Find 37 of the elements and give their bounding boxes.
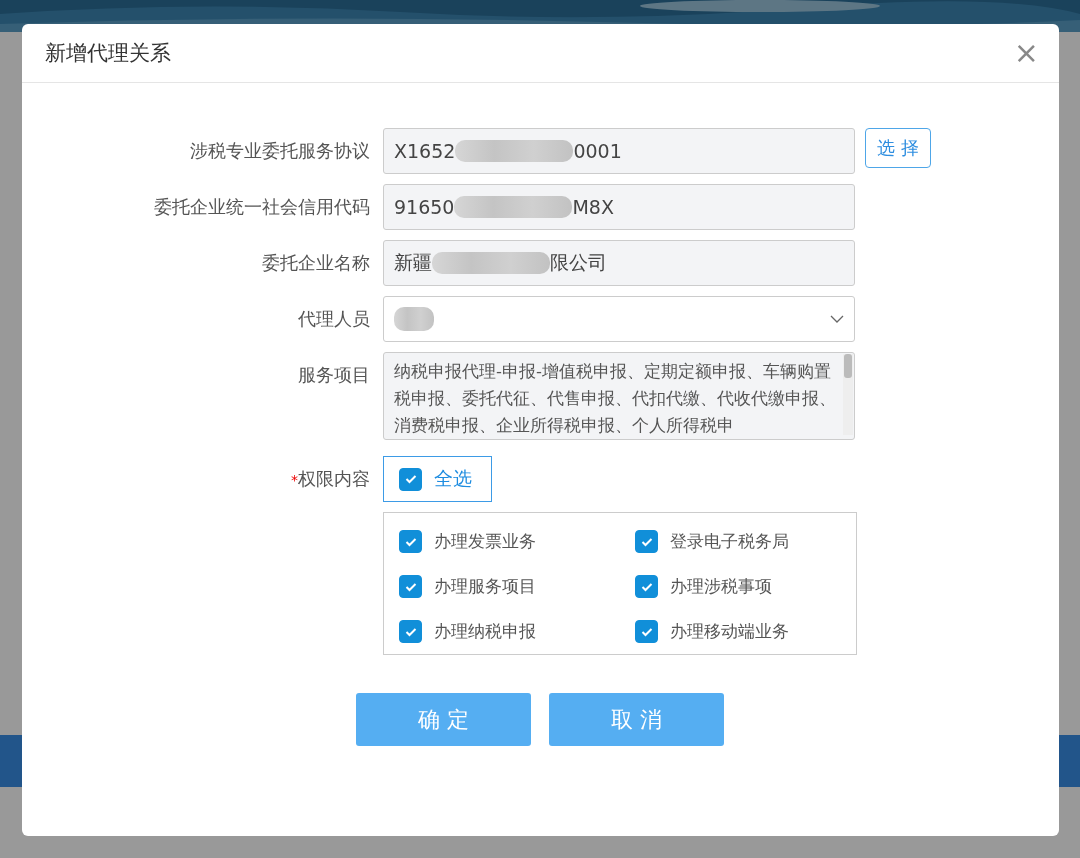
scrollbar[interactable]	[843, 354, 853, 435]
field-value: X1652	[394, 140, 456, 162]
check-icon	[404, 474, 417, 484]
field-value: M8X	[572, 196, 614, 218]
field-label: *权限内容	[290, 467, 371, 491]
input-field[interactable]: 91650 M8X	[383, 184, 855, 230]
field-value: 新疆	[394, 250, 432, 275]
field-label: 委托企业统一社会信用代码	[153, 195, 371, 219]
permission-checkbox[interactable]: 登录电子税务局	[635, 529, 835, 554]
permission-checkbox[interactable]: 办理移动端业务	[635, 619, 835, 644]
select-button[interactable]: 选 择	[865, 128, 931, 168]
field-label: 服务项目	[297, 363, 371, 387]
field-label: 代理人员	[297, 307, 371, 331]
check-icon	[404, 536, 417, 547]
field-value: 91650	[394, 196, 455, 218]
text-area[interactable]: 纳税申报代理-申报-增值税申报、定期定额申报、车辆购置税申报、委托代征、代售申报、代扣代缴、代收代缴申报、消费税申报、企业所得税申报、个人所得税申	[383, 352, 855, 440]
field-value: 0001	[573, 140, 622, 162]
select-field[interactable]	[383, 296, 855, 342]
chevron-down-icon	[830, 315, 844, 323]
input-field[interactable]: 新疆 限公司	[383, 240, 855, 286]
permission-checkbox[interactable]: 办理纳税申报	[399, 619, 635, 644]
field-label: 委托企业名称	[261, 251, 371, 275]
input-field[interactable]: X1652 0001	[383, 128, 855, 174]
field-value: 纳税申报代理-申报-增值税申报、定期定额申报、车辆购置税申报、委托代征、代售申报、代扣代缴、代收代缴申报、消费税申报、企业所得税申报、个人所得税申	[394, 361, 837, 437]
close-button[interactable]: ×	[1013, 38, 1039, 68]
field-value: 限公司	[550, 250, 607, 275]
permission-checkbox[interactable]: 办理服务项目	[399, 574, 635, 599]
check-icon	[640, 626, 653, 637]
select-all-checkbox[interactable]: 全选	[383, 456, 492, 502]
check-icon	[640, 536, 653, 547]
dialog-title: 新增代理关系	[45, 40, 171, 67]
check-icon	[404, 626, 417, 637]
check-icon	[404, 581, 417, 592]
field-label: 涉税专业委托服务协议	[189, 139, 371, 163]
check-icon	[640, 581, 653, 592]
permission-checkbox[interactable]: 办理涉税事项	[635, 574, 835, 599]
permission-checkbox[interactable]: 办理发票业务	[399, 529, 635, 554]
